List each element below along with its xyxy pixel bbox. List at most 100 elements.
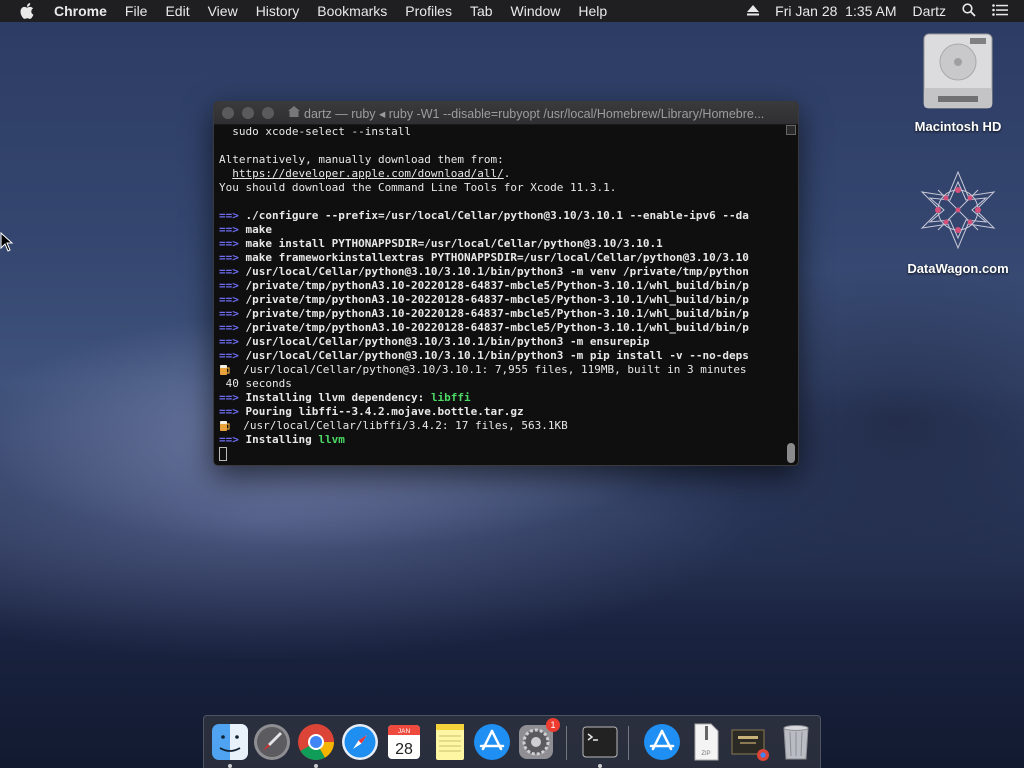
dock-separator: [628, 726, 629, 760]
arrow-prompt: ==>: [219, 307, 239, 320]
dock-item[interactable]: [210, 722, 250, 768]
dock-item[interactable]: [252, 722, 292, 762]
terminal-output[interactable]: sudo xcode-select --install Alternatively…: [219, 125, 784, 465]
close-button[interactable]: [222, 107, 234, 119]
terminal-line: ==> Pouring libffi--3.4.2.mojave.bottle.…: [219, 405, 784, 419]
terminal-line: Alternatively, manually download them fr…: [219, 153, 784, 167]
terminal-line: ==> make: [219, 223, 784, 237]
menu-file[interactable]: File: [125, 3, 148, 19]
line-text: .: [503, 167, 511, 180]
menu-app-name[interactable]: Chrome: [54, 3, 107, 19]
terminal-title: dartz — ruby ◂ ruby -W1 --disable=rubyop…: [304, 106, 765, 121]
launchpad-icon: [252, 724, 292, 766]
line-text: /usr/local/Cellar/python@3.10/3.10.1/bin…: [238, 335, 650, 348]
menu-view[interactable]: View: [208, 3, 238, 19]
line-text: /usr/local/Cellar/libffi/3.4.2: 17 files…: [230, 419, 568, 432]
arrow-prompt: ==>: [219, 279, 239, 292]
terminal-line: /usr/local/Cellar/python@3.10/3.10.1: 7,…: [219, 363, 784, 377]
arrow-prompt: ==>: [219, 349, 239, 362]
notes-icon: [430, 724, 470, 766]
terminal-line: sudo xcode-select --install: [219, 125, 784, 139]
dock-item[interactable]: 1: [516, 718, 560, 762]
downloads-folder-icon: [642, 724, 682, 766]
apple-menu-icon[interactable]: [20, 3, 36, 19]
desktop-icon-datawagon[interactable]: DataWagon.com: [903, 168, 1013, 276]
arrow-prompt: ==>: [219, 237, 239, 250]
scroll-lines-icon[interactable]: [786, 125, 796, 135]
chrome-installer-icon: [730, 729, 770, 766]
menu-tab[interactable]: Tab: [470, 3, 493, 19]
dock-item[interactable]: [340, 722, 380, 762]
terminal-line: ==> /private/tmp/pythonA3.10-20220128-64…: [219, 307, 784, 321]
menu-bookmarks[interactable]: Bookmarks: [317, 3, 387, 19]
dock-item[interactable]: [580, 722, 620, 768]
menu-bar: Chrome File Edit View History Bookmarks …: [0, 0, 1024, 22]
status-area: Fri Jan 28 1:35 AM Dartz: [747, 0, 1024, 22]
line-text: [219, 167, 232, 180]
menu-history[interactable]: History: [256, 3, 300, 19]
running-indicator: [598, 764, 602, 768]
menu-window[interactable]: Window: [511, 3, 561, 19]
terminal-line: ==> /private/tmp/pythonA3.10-20220128-64…: [219, 293, 784, 307]
beer-icon: [219, 419, 230, 432]
terminal-line: [219, 447, 784, 461]
terminal-line: ==> /private/tmp/pythonA3.10-20220128-64…: [219, 279, 784, 293]
running-indicator: [314, 764, 318, 768]
line-text: /usr/local/Cellar/python@3.10/3.10.1/bin…: [238, 265, 749, 278]
line-text: make: [238, 223, 272, 236]
terminal-line: ==> Installing llvm dependency: libffi: [219, 391, 784, 405]
calendar-day: 28: [395, 741, 413, 758]
desktop-icon-macintosh-hd[interactable]: Macintosh HD: [903, 32, 1013, 134]
terminal-line: ==> Installing llvm: [219, 433, 784, 447]
arrow-prompt: ==>: [219, 391, 239, 404]
calendar-icon: JAN 28: [384, 725, 424, 766]
line-text: /private/tmp/pythonA3.10-20220128-64837-…: [238, 307, 749, 320]
line-text: make frameworkinstallextras PYTHONAPPSDI…: [238, 251, 749, 264]
minimize-button[interactable]: [242, 107, 254, 119]
zip-label: ZIP: [701, 751, 710, 757]
dock-item[interactable]: [776, 722, 816, 762]
system-preferences-icon: [516, 725, 556, 766]
clock[interactable]: Fri Jan 28 1:35 AM: [775, 3, 896, 19]
notification-badge: 1: [546, 718, 560, 732]
notification-center-icon[interactable]: [992, 3, 1008, 19]
line-text: /private/tmp/pythonA3.10-20220128-64837-…: [238, 293, 749, 306]
line-text: Pouring libffi--3.4.2.mojave.bottle.tar.…: [238, 405, 524, 418]
menu-help[interactable]: Help: [578, 3, 607, 19]
scrollbar-thumb[interactable]: [787, 443, 795, 463]
terminal-line: 40 seconds: [219, 377, 784, 391]
dock-item[interactable]: JAN 28: [384, 722, 424, 762]
terminal-line: /usr/local/Cellar/libffi/3.4.2: 17 files…: [219, 419, 784, 433]
menu-edit[interactable]: Edit: [165, 3, 189, 19]
terminal-titlebar[interactable]: dartz — ruby ◂ ruby -W1 --disable=rubyop…: [214, 102, 798, 125]
line-text: You should download the Command Line Too…: [219, 181, 617, 194]
terminal-scrollbar[interactable]: [786, 125, 796, 463]
dock-item[interactable]: [642, 722, 682, 762]
dock-item[interactable]: [472, 722, 512, 762]
terminal-line: ==> /usr/local/Cellar/python@3.10/3.10.1…: [219, 335, 784, 349]
hard-drive-icon: [903, 32, 1013, 113]
terminal-line: ==> ./configure --prefix=/usr/local/Cell…: [219, 209, 784, 223]
line-text: make install PYTHONAPPSDIR=/usr/local/Ce…: [238, 237, 663, 250]
dock-item[interactable]: [730, 722, 770, 762]
arrow-prompt: ==>: [219, 335, 239, 348]
dock-item[interactable]: ZIP: [686, 722, 726, 762]
menu-profiles[interactable]: Profiles: [405, 3, 452, 19]
download-link[interactable]: https://developer.apple.com/download/all…: [232, 167, 504, 180]
running-indicator: [228, 764, 232, 768]
terminal-window[interactable]: dartz — ruby ◂ ruby -W1 --disable=rubyop…: [213, 101, 799, 466]
spotlight-search-icon[interactable]: [962, 2, 976, 20]
eject-icon[interactable]: [747, 3, 760, 19]
dock: JAN 28 1 ZIP: [203, 715, 821, 768]
terminal-line: ==> /usr/local/Cellar/python@3.10/3.10.1…: [219, 265, 784, 279]
text-cursor: [219, 447, 227, 461]
line-text: ./configure --prefix=/usr/local/Cellar/p…: [238, 209, 749, 222]
line-text: 40 seconds: [219, 377, 292, 390]
zoom-button[interactable]: [262, 107, 274, 119]
user-name[interactable]: Dartz: [913, 3, 946, 19]
line-text: sudo xcode-select --install: [219, 125, 412, 138]
dock-item[interactable]: [296, 722, 336, 768]
dock-item[interactable]: [430, 722, 470, 762]
calendar-month: JAN: [398, 728, 411, 735]
